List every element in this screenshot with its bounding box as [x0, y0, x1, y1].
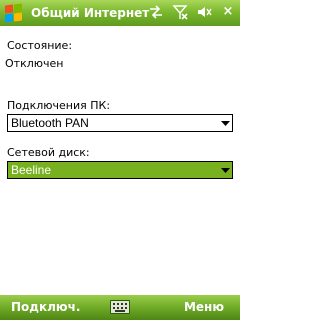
status-label: Состояние: [7, 39, 73, 52]
window-title: Общий Интернет [31, 6, 150, 20]
chevron-down-icon [218, 116, 232, 130]
status-value: Отключен [5, 57, 64, 70]
network-dropdown[interactable]: Beeline [7, 161, 233, 179]
windows-start-icon[interactable] [3, 2, 25, 24]
sync-arrows-icon[interactable] [148, 4, 164, 20]
title-bar: Общий Интернет × [0, 0, 240, 26]
signal-off-icon[interactable] [172, 4, 188, 20]
chevron-down-icon [218, 163, 232, 177]
network-value: Beeline [11, 163, 52, 177]
menu-softkey[interactable]: Меню [184, 300, 224, 314]
pc-connection-value: Bluetooth PAN [11, 116, 89, 130]
connect-softkey[interactable]: Подключ. [11, 300, 80, 314]
close-icon[interactable]: × [220, 4, 236, 20]
pc-connection-dropdown[interactable]: Bluetooth PAN [7, 114, 233, 132]
speaker-icon[interactable] [196, 4, 212, 20]
system-tray: × [148, 4, 236, 20]
network-label: Сетевой диск: [7, 146, 90, 159]
softkey-bar: Подключ. Меню [0, 295, 240, 320]
pc-connection-label: Подключения ПК: [7, 99, 111, 112]
keyboard-icon[interactable] [110, 300, 130, 314]
